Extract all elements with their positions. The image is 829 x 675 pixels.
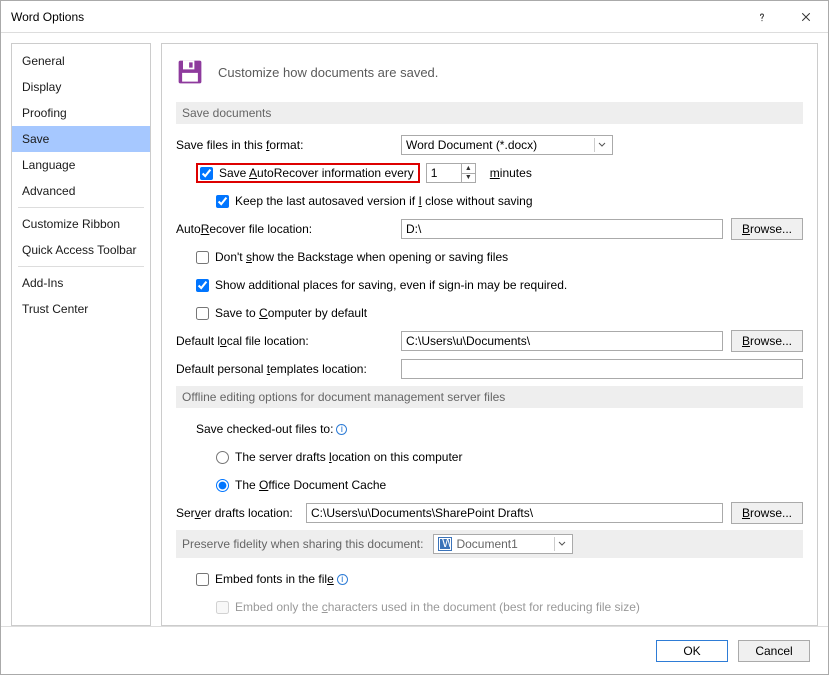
embed-fonts-label: Embed fonts in the file <box>215 572 334 586</box>
section-fidelity: Preserve fidelity when sharing this docu… <box>176 530 803 558</box>
autorecover-interval-spinner[interactable]: ▲▼ <box>426 163 476 183</box>
keep-last-label: Keep the last autosaved version if I clo… <box>235 194 533 208</box>
checked-out-label: Save checked-out files to: <box>196 422 333 436</box>
browse-server-drafts-button[interactable]: Browse... <box>731 502 803 524</box>
save-header-icon <box>176 58 204 86</box>
additional-places-label: Show additional places for saving, even … <box>215 278 567 292</box>
autorecover-label: Save AutoRecover information every <box>219 166 414 180</box>
sidebar-item-proofing[interactable]: Proofing <box>12 100 150 126</box>
word-doc-icon: W <box>438 537 452 551</box>
titlebar: Word Options <box>1 1 828 33</box>
fidelity-doc-select[interactable]: W Document1 <box>433 534 573 554</box>
autorecover-highlight: Save AutoRecover information every <box>196 163 420 183</box>
info-icon[interactable]: i <box>337 574 348 585</box>
default-local-label: Default local file location: <box>176 334 401 348</box>
sidebar: General Display Proofing Save Language A… <box>11 43 151 626</box>
dialog-footer: OK Cancel <box>1 626 828 674</box>
save-to-computer-checkbox[interactable] <box>196 307 209 320</box>
dont-show-backstage-checkbox[interactable] <box>196 251 209 264</box>
browse-default-local-button[interactable]: Browse... <box>731 330 803 352</box>
dialog-title: Word Options <box>11 10 740 24</box>
spin-down-icon[interactable]: ▼ <box>461 174 475 183</box>
sidebar-item-quick-access[interactable]: Quick Access Toolbar <box>12 237 150 263</box>
close-button[interactable] <box>784 2 828 32</box>
help-button[interactable] <box>740 2 784 32</box>
ok-button[interactable]: OK <box>656 640 728 662</box>
save-to-computer-label: Save to Computer by default <box>215 306 367 320</box>
additional-places-checkbox[interactable] <box>196 279 209 292</box>
sidebar-item-addins[interactable]: Add-Ins <box>12 270 150 296</box>
server-drafts-loc-label: Server drafts location: <box>176 506 306 520</box>
header-text: Customize how documents are saved. <box>218 65 438 80</box>
embed-only-label: Embed only the characters used in the do… <box>235 600 640 614</box>
section-save-documents: Save documents <box>176 102 803 124</box>
fidelity-doc-value: Document1 <box>456 537 517 551</box>
default-templates-input[interactable] <box>401 359 803 379</box>
content-panel: Customize how documents are saved. Save … <box>161 43 818 626</box>
word-options-dialog: Word Options General Display Proofing Sa… <box>0 0 829 675</box>
save-format-value: Word Document (*.docx) <box>406 138 537 152</box>
embed-only-checkbox <box>216 601 229 614</box>
info-icon[interactable]: i <box>336 424 347 435</box>
spin-up-icon[interactable]: ▲ <box>461 164 475 174</box>
sidebar-item-trust-center[interactable]: Trust Center <box>12 296 150 322</box>
sidebar-item-display[interactable]: Display <box>12 74 150 100</box>
autorecover-interval-input[interactable] <box>427 164 461 182</box>
autorecover-loc-label: AutoRecover file location: <box>176 222 401 236</box>
browse-autorecover-button[interactable]: Browse... <box>731 218 803 240</box>
keep-last-checkbox[interactable] <box>216 195 229 208</box>
dont-show-backstage-label: Don't show the Backstage when opening or… <box>215 250 508 264</box>
server-drafts-radio-label: The server drafts location on this compu… <box>235 450 462 464</box>
autorecover-checkbox[interactable] <box>200 167 213 180</box>
office-cache-radio-label: The Office Document Cache <box>235 478 386 492</box>
sidebar-item-customize-ribbon[interactable]: Customize Ribbon <box>12 211 150 237</box>
default-templates-label: Default personal templates location: <box>176 362 401 376</box>
sidebar-item-save[interactable]: Save <box>12 126 150 152</box>
server-drafts-radio[interactable] <box>216 451 229 464</box>
autorecover-loc-input[interactable] <box>401 219 723 239</box>
section-fidelity-label: Preserve fidelity when sharing this docu… <box>182 537 423 551</box>
default-local-input[interactable] <box>401 331 723 351</box>
sidebar-separator <box>18 266 144 267</box>
chevron-down-icon <box>594 138 608 152</box>
sidebar-item-language[interactable]: Language <box>12 152 150 178</box>
svg-text:W: W <box>442 539 450 549</box>
autorecover-unit: minutes <box>490 166 532 180</box>
office-cache-radio[interactable] <box>216 479 229 492</box>
cancel-button[interactable]: Cancel <box>738 640 810 662</box>
section-offline: Offline editing options for document man… <box>176 386 803 408</box>
embed-fonts-checkbox[interactable] <box>196 573 209 586</box>
save-format-select[interactable]: Word Document (*.docx) <box>401 135 613 155</box>
sidebar-separator <box>18 207 144 208</box>
server-drafts-loc-input[interactable] <box>306 503 723 523</box>
sidebar-item-general[interactable]: General <box>12 48 150 74</box>
save-format-label: Save files in this format: <box>176 138 401 152</box>
chevron-down-icon <box>554 537 568 551</box>
sidebar-item-advanced[interactable]: Advanced <box>12 178 150 204</box>
